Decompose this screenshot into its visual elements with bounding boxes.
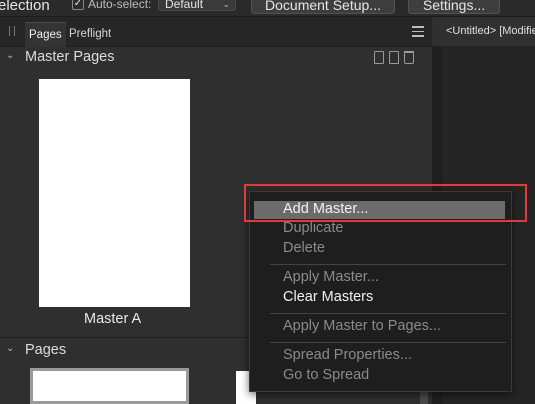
auto-select-label: Auto-select: (88, 0, 152, 11)
collapse-chevron-icon[interactable]: ⌄ (6, 50, 14, 61)
menu-item-delete[interactable]: Delete (283, 240, 325, 256)
master-pages-title: Master Pages (25, 49, 115, 65)
master-a-label: Master A (84, 311, 142, 327)
tab-preflight[interactable]: Preflight (65, 22, 115, 46)
panel-menu-icon[interactable] (412, 26, 424, 40)
master-a-thumbnail[interactable] (39, 79, 190, 307)
selection-label: election (0, 0, 50, 14)
menu-separator (270, 264, 506, 265)
menu-item-apply-master-to-pages[interactable]: Apply Master to Pages... (283, 318, 441, 334)
top-toolbar: election ✓ Auto-select: Default ⌄ Docume… (0, 0, 535, 17)
auto-select-checkbox[interactable]: ✓ (72, 0, 84, 10)
menu-separator (270, 313, 506, 314)
menu-item-spread-properties[interactable]: Spread Properties... (283, 347, 412, 363)
tab-pages[interactable]: Pages (25, 22, 66, 47)
auto-select-dropdown[interactable]: Default ⌄ (158, 0, 236, 11)
document-tab[interactable]: <Untitled> [Modified] (432, 17, 535, 46)
master-pages-header[interactable]: ⌄ Master Pages (0, 47, 432, 71)
document-setup-button[interactable]: Document Setup... (251, 0, 395, 14)
highlight-annotation-box (244, 184, 527, 222)
menu-item-apply-master[interactable]: Apply Master... (283, 269, 379, 285)
collapse-chevron-icon[interactable]: ⌄ (6, 343, 14, 354)
settings-button[interactable]: Settings... (408, 0, 500, 14)
auto-select-value: Default (165, 0, 204, 11)
trash-icon[interactable] (404, 51, 414, 64)
duplicate-master-icon[interactable] (389, 51, 399, 64)
add-master-icon[interactable] (374, 51, 384, 64)
page-1-thumbnail[interactable] (30, 368, 189, 404)
menu-item-clear-masters[interactable]: Clear Masters (283, 289, 373, 305)
chevron-down-icon: ⌄ (222, 0, 230, 9)
master-actions (374, 51, 419, 68)
panel-tabbar: Pages Preflight (0, 17, 432, 47)
panel-grip-icon[interactable] (9, 26, 15, 36)
pages-title: Pages (25, 342, 67, 358)
menu-separator (270, 342, 506, 343)
menu-item-go-to-spread[interactable]: Go to Spread (283, 367, 369, 383)
menu-item-duplicate[interactable]: Duplicate (283, 220, 343, 236)
